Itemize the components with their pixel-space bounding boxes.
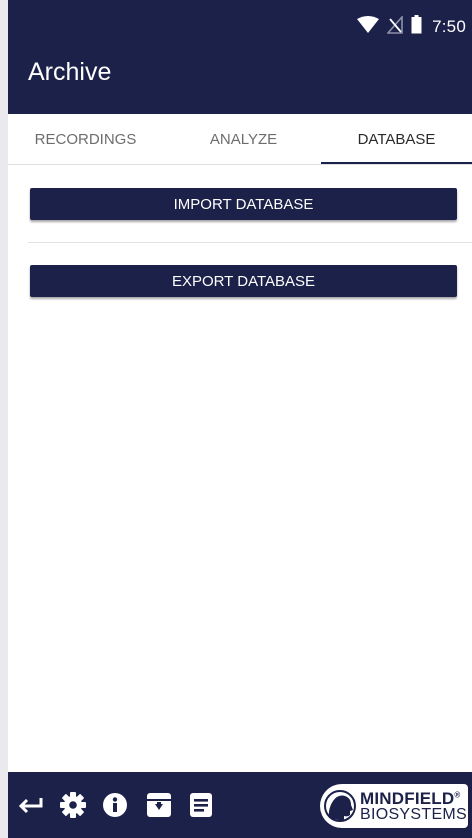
import-database-button[interactable]: IMPORT DATABASE [30,188,457,220]
tab-database[interactable]: DATABASE [321,114,472,164]
device-screen: 7:50 Archive RECORDINGS ANALYZE DATABASE… [8,0,472,838]
status-bar: 7:50 [357,14,466,40]
back-arrow-icon[interactable] [18,792,44,818]
tab-bar: RECORDINGS ANALYZE DATABASE [8,114,472,165]
no-sim-icon [386,14,403,39]
tab-analyze[interactable]: ANALYZE [166,114,321,164]
page-title: Archive [28,58,112,86]
head-silhouette-icon [324,788,356,824]
logo-line-2: BIOSYSTEMS [360,805,468,823]
app-bar: 7:50 Archive [8,0,472,114]
logo-text: MINDFIELD® BIOSYSTEMS [360,790,467,823]
registered-mark: ® [454,789,461,799]
tab-recordings[interactable]: RECORDINGS [8,114,163,164]
logo-brand: MINDFIELD [360,788,455,808]
export-database-button[interactable]: EXPORT DATABASE [30,265,457,297]
mindfield-logo: MINDFIELD® BIOSYSTEMS [320,784,468,828]
battery-icon [411,15,422,39]
divider [28,242,472,243]
bottom-bar: MINDFIELD® BIOSYSTEMS [8,772,472,838]
wifi-icon [357,15,380,39]
archive-icon[interactable] [146,792,172,818]
gear-icon[interactable] [60,792,86,818]
info-icon[interactable] [102,792,128,818]
logo-line-1: MINDFIELD® [360,790,467,807]
active-tab-indicator [321,162,472,164]
notes-icon[interactable] [188,792,214,818]
status-time: 7:50 [432,17,466,36]
